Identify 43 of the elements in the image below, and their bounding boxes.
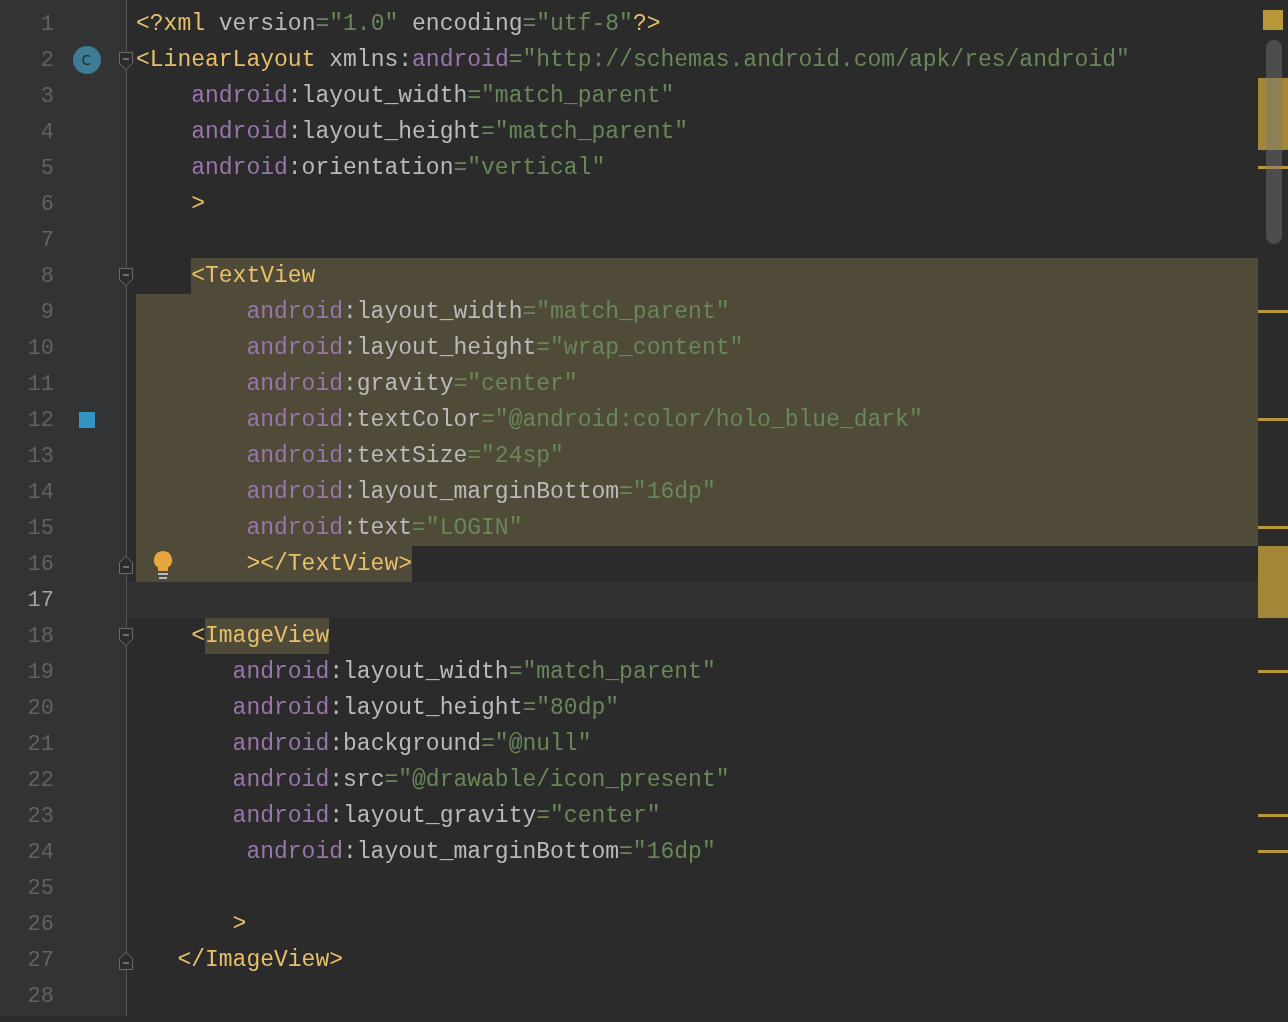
error-stripe-mark[interactable] [1258,310,1288,313]
error-stripe-mark[interactable] [1258,670,1288,673]
code-line: android:textColor="@android:color/holo_blue_dark" [245,406,923,435]
error-stripe-mark[interactable] [1258,814,1288,817]
error-stripe-mark[interactable] [1258,166,1288,169]
line-number: 17 [26,587,54,613]
status-mark[interactable] [1263,10,1283,30]
fold-icon[interactable] [118,51,134,71]
code-line: android:text="LOGIN" [245,514,523,543]
error-stripe-mark[interactable] [1258,582,1288,618]
error-stripe-mark[interactable] [1258,546,1288,582]
code-line: <?xml version="1.0" encoding="utf-8"?> [136,10,661,39]
code-line: android:layout_height="80dp" [231,694,620,723]
code-line: android:layout_height="wrap_content" [245,334,744,363]
code-line: android:layout_marginBottom="16dp" [245,478,716,507]
code-line: </ImageView> [176,946,344,975]
code-line: android:gravity="center" [245,370,578,399]
error-stripe-mark[interactable] [1258,114,1288,150]
class-badge[interactable]: C [72,46,101,74]
code-line: > [231,910,247,939]
code-line: android:background="@null" [231,730,592,759]
error-stripe-mark[interactable] [1258,418,1288,421]
error-stripe-mark[interactable] [1258,850,1288,853]
fold-icon[interactable] [118,555,134,575]
fold-icon[interactable] [118,627,134,647]
code-line: android:layout_width="match_parent" [245,298,730,327]
code-line: android:orientation="vertical" [190,154,606,183]
color-swatch[interactable] [78,412,95,428]
code-line: android:layout_gravity="center" [231,802,661,831]
code-line: android:textSize="24sp" [245,442,564,471]
error-stripe-mark[interactable] [1258,526,1288,529]
fold-icon[interactable] [118,951,134,971]
scrollbar-thumb[interactable] [1266,40,1282,244]
code-line: <LinearLayout xmlns:android="http://schemas.android.com/apk/res/android" [136,46,1130,75]
code-line: android:layout_height="match_parent" [190,118,689,147]
code-line: android:src="@drawable/icon_present" [231,766,730,795]
fold-icon[interactable] [118,267,134,287]
error-stripe-mark[interactable] [1258,78,1288,114]
code-line: android:layout_marginBottom="16dp" [245,838,716,867]
code-line: > [190,190,205,219]
lightbulb-icon[interactable] [151,550,175,580]
code-line: android:layout_width="match_parent" [190,82,675,111]
code-line: android:layout_width="match_parent" [231,658,716,687]
